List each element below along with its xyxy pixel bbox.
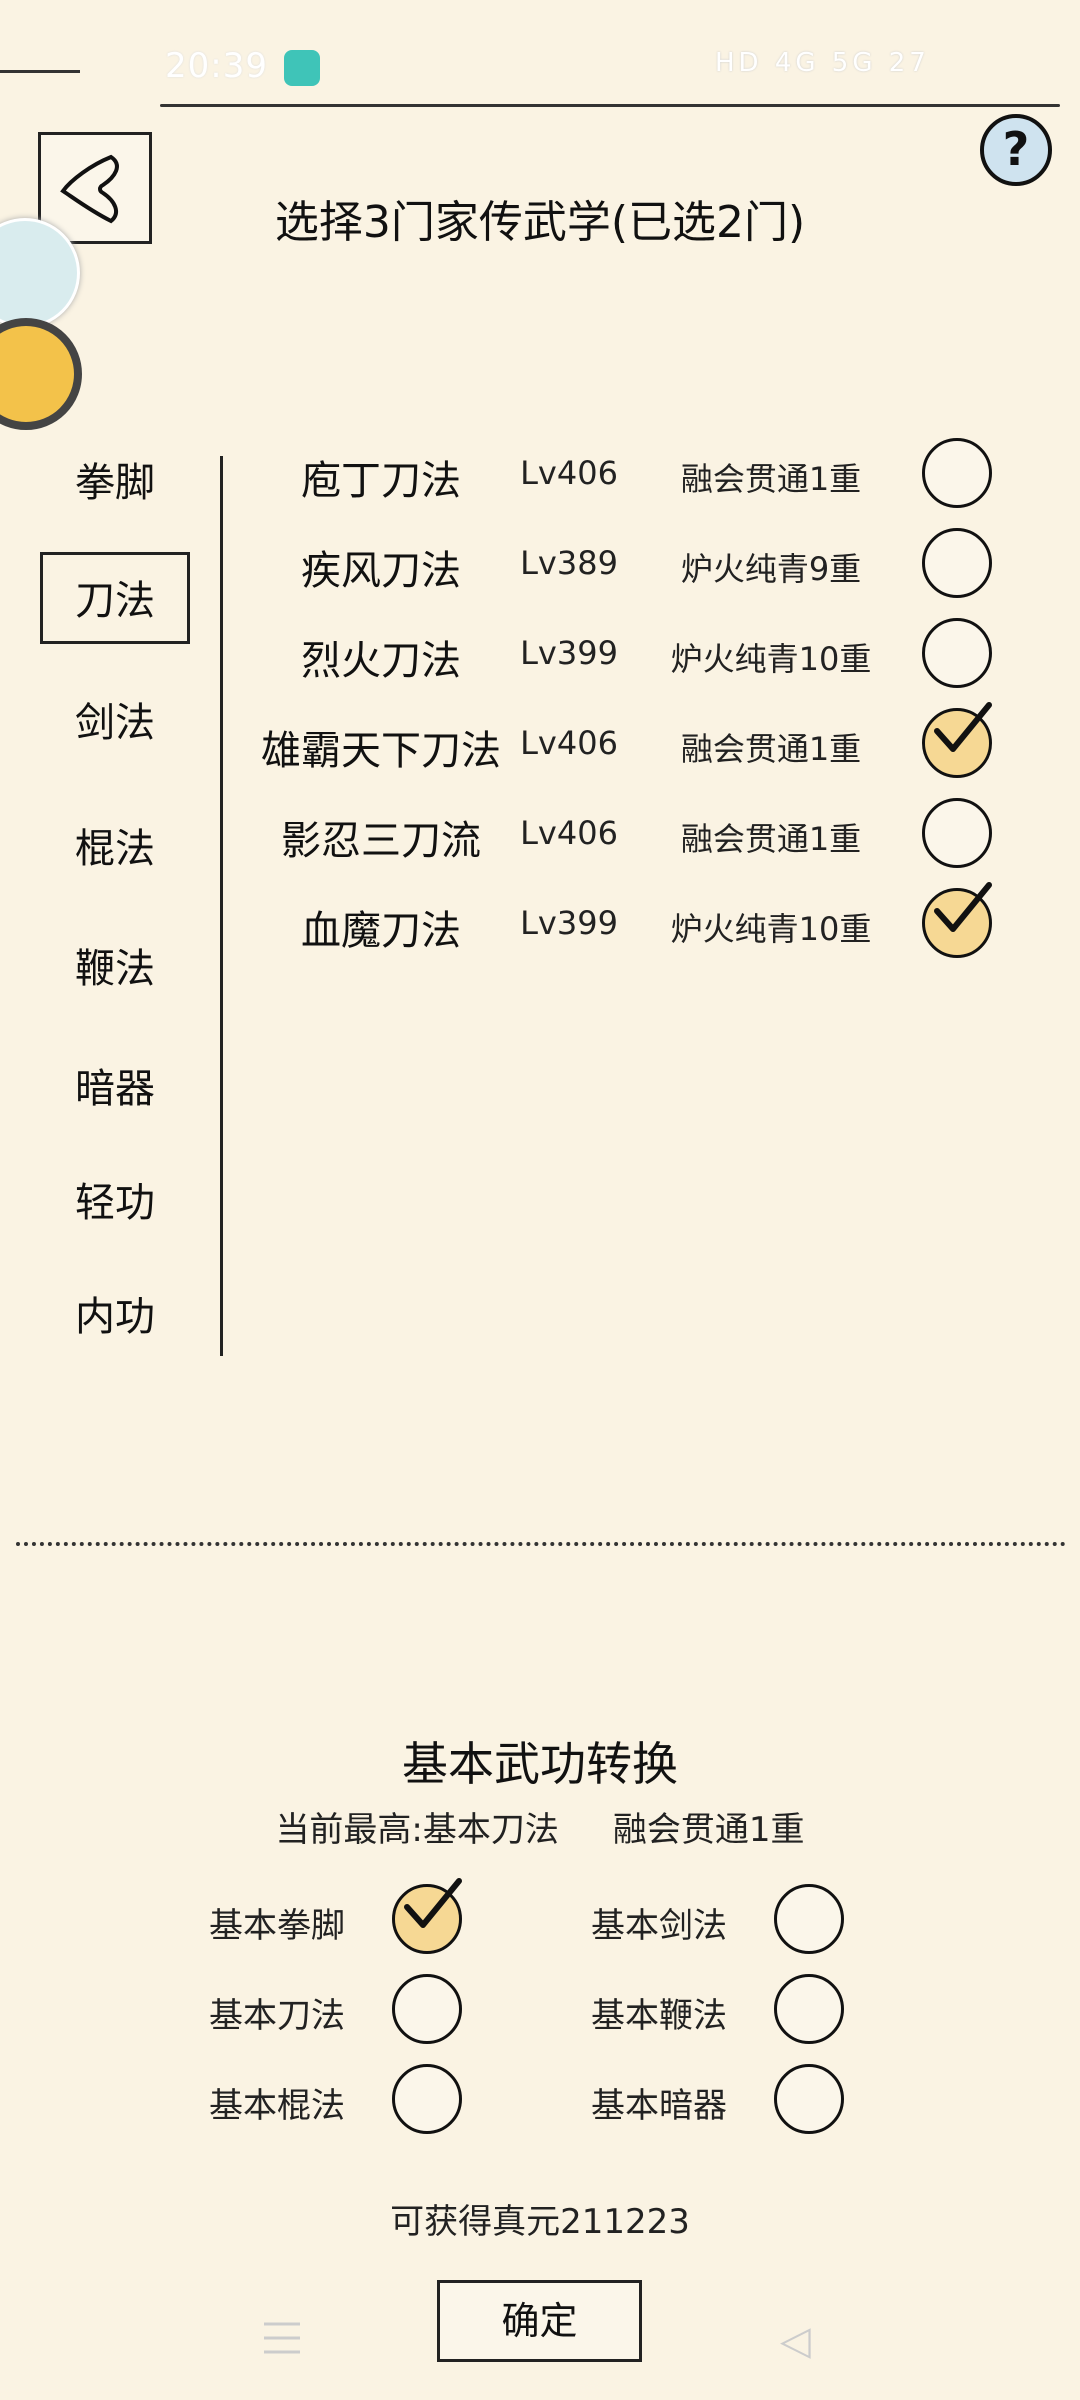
notification-app-icon: [284, 50, 320, 86]
skill-select-circle-checked[interactable]: [922, 702, 992, 778]
skill-level: Lv399: [520, 904, 618, 942]
brush-line-top: [160, 104, 1060, 107]
skill-name: 血魔刀法: [301, 908, 461, 954]
conversion-title: 基本武功转换: [402, 1737, 678, 1791]
basic-option-label: 基本拳脚: [209, 1906, 345, 1946]
basic-option-circle-checked[interactable]: [392, 1878, 462, 1954]
skill-name: 烈火刀法: [301, 638, 461, 684]
skill-rank: 融会贯通1重: [680, 730, 862, 768]
nav-back-icon[interactable]: ◁: [780, 2318, 811, 2364]
basic-option-label: 基本剑法: [591, 1906, 727, 1946]
skill-select-circle[interactable]: [922, 798, 992, 868]
category-anqi[interactable]: 暗器: [40, 1056, 190, 1114]
basic-option-label: 基本棍法: [209, 2086, 345, 2126]
basic-option-circle[interactable]: [774, 2064, 844, 2134]
basic-option-circle[interactable]: [774, 1884, 844, 1954]
floating-avatar-icon[interactable]: [0, 318, 82, 430]
skill-rank: 炉火纯青10重: [670, 910, 872, 948]
skill-level: Lv406: [520, 454, 618, 492]
skill-level: Lv406: [520, 724, 618, 762]
skill-rank: 炉火纯青9重: [680, 550, 862, 588]
skill-rank: 炉火纯青10重: [670, 640, 872, 678]
category-neigong[interactable]: 内功: [40, 1284, 190, 1342]
skill-select-circle[interactable]: [922, 528, 992, 598]
brush-line-left: [0, 70, 80, 73]
page-title: 选择3门家传武学(已选2门): [274, 197, 806, 248]
category-daofa[interactable]: 刀法: [40, 552, 190, 644]
category-qinggong[interactable]: 轻功: [40, 1170, 190, 1228]
reward-text: 可获得真元211223: [390, 2202, 690, 2242]
skill-level: Lv399: [520, 634, 618, 672]
checkmark-icon: [404, 1878, 462, 1928]
basic-option-label: 基本鞭法: [591, 1996, 727, 2036]
checkmark-icon: [934, 882, 992, 932]
basic-option-circle[interactable]: [392, 2064, 462, 2134]
skill-name: 雄霸天下刀法: [261, 728, 501, 774]
basic-option-circle[interactable]: [774, 1974, 844, 2044]
skill-name: 庖丁刀法: [301, 458, 461, 504]
skill-select-circle-checked[interactable]: [922, 882, 992, 958]
skill-rank: 融会贯通1重: [680, 820, 862, 858]
category-gunfa[interactable]: 棍法: [40, 816, 190, 874]
category-quanjiao[interactable]: 拳脚: [40, 450, 190, 508]
skill-select-circle[interactable]: [922, 618, 992, 688]
current-highest: 当前最高:基本刀法 融会贯通1重: [275, 1810, 805, 1850]
basic-option-circle[interactable]: [392, 1974, 462, 2044]
skill-rank: 融会贯通1重: [680, 460, 862, 498]
skill-name: 影忍三刀流: [281, 818, 481, 864]
skill-level: Lv406: [520, 814, 618, 852]
help-button[interactable]: ?: [980, 114, 1052, 186]
skill-name: 疾风刀法: [301, 548, 461, 594]
column-divider: [220, 456, 223, 1356]
category-jianfa[interactable]: 剑法: [40, 690, 190, 748]
status-bar: 20:39 HD 4G 5G 27: [0, 0, 1080, 120]
status-indicators: HD 4G 5G 27: [715, 48, 930, 78]
skill-level: Lv389: [520, 544, 618, 582]
status-time: 20:39: [165, 46, 268, 86]
confirm-button[interactable]: 确定: [437, 2280, 642, 2362]
skill-select-circle[interactable]: [922, 438, 992, 508]
basic-option-label: 基本暗器: [591, 2086, 727, 2126]
basic-option-label: 基本刀法: [209, 1996, 345, 2036]
menu-icon[interactable]: [262, 2320, 302, 2356]
category-bianfa[interactable]: 鞭法: [40, 936, 190, 994]
section-divider: [16, 1542, 1066, 1546]
checkmark-icon: [934, 702, 992, 752]
help-icon: ?: [1002, 122, 1030, 176]
